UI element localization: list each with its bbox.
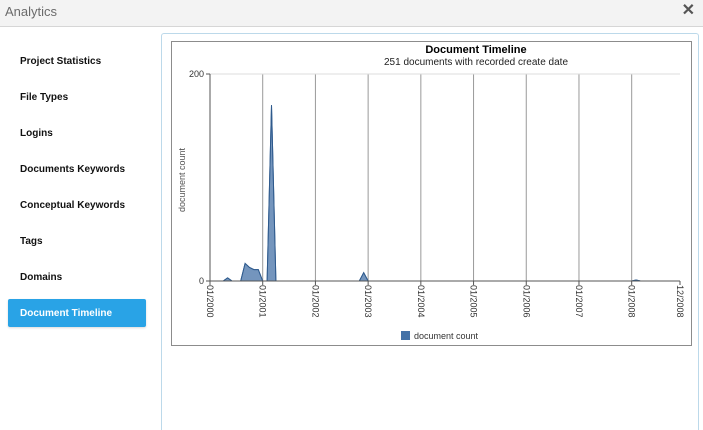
sidebar-item-label: Project Statistics	[20, 56, 102, 67]
chart-legend[interactable]: document count	[401, 331, 479, 341]
sidebar-item-domains[interactable]: Domains	[8, 263, 146, 291]
chart-container: Document Timeline 251 documents with rec…	[171, 41, 692, 346]
sidebar-item-project-statistics[interactable]: Project Statistics	[8, 47, 146, 75]
legend-swatch	[401, 331, 410, 340]
chart-tick-labels: 0 200 01/2000 01/2001 01/2002 01/2003 01/2004 0…	[189, 69, 685, 318]
y-axis-label: document count	[177, 147, 187, 212]
x-tick-label: 01/2003	[363, 285, 373, 318]
x-tick-label: 01/2004	[416, 285, 426, 318]
sidebar-item-label: Tags	[20, 236, 43, 247]
sidebar-item-label: Domains	[20, 272, 63, 283]
x-tick-label: 01/2002	[310, 285, 320, 318]
x-tick-label: 12/2008	[675, 285, 685, 318]
sidebar-item-logins[interactable]: Logins	[8, 119, 146, 147]
y-tick-label: 0	[199, 276, 204, 286]
chart-grid	[210, 73, 680, 281]
sidebar-item-label: Documents Keywords	[20, 164, 126, 175]
y-tick-label: 200	[189, 69, 204, 79]
window-title: Analytics	[5, 4, 58, 19]
x-tick-label: 01/2001	[258, 285, 268, 318]
chart-axes	[206, 73, 681, 285]
series-line	[210, 105, 680, 282]
chart-title: Document Timeline	[425, 44, 526, 56]
sidebar-item-documents-keywords[interactable]: Documents Keywords	[8, 155, 146, 183]
close-icon[interactable]: ✕	[682, 3, 695, 19]
chart-subtitle: 251 documents with recorded create date	[384, 57, 568, 68]
sidebar-item-conceptual-keywords[interactable]: Conceptual Keywords	[8, 191, 146, 219]
x-tick-label: 01/2005	[469, 285, 479, 318]
legend-label: document count	[414, 331, 479, 341]
series-area	[210, 105, 680, 282]
sidebar-item-label: File Types	[20, 92, 69, 103]
x-tick-label: 01/2007	[574, 285, 584, 318]
sidebar-item-label: Conceptual Keywords	[20, 200, 126, 211]
sidebar-item-tags[interactable]: Tags	[8, 227, 146, 255]
x-tick-label: 01/2006	[521, 285, 531, 318]
chart-plot-area	[210, 105, 680, 282]
x-tick-label: 01/2008	[627, 285, 637, 318]
x-tick-label: 01/2000	[205, 285, 215, 318]
sidebar: Project Statistics File Types Logins Doc…	[0, 28, 160, 430]
sidebar-item-label: Logins	[20, 128, 53, 139]
sidebar-item-file-types[interactable]: File Types	[8, 83, 146, 111]
sidebar-item-document-timeline[interactable]: Document Timeline	[8, 299, 146, 327]
window-titlebar: Analytics ✕	[0, 0, 703, 27]
sidebar-item-label: Document Timeline	[20, 308, 113, 319]
timeline-chart: Document Timeline 251 documents with rec…	[177, 44, 685, 341]
